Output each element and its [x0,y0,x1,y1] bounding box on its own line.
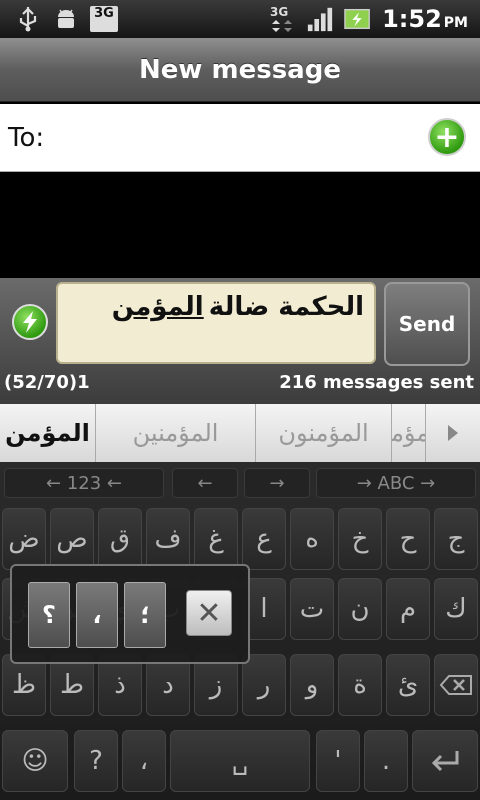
key[interactable]: خ [338,508,382,570]
key[interactable]: ه [290,508,334,570]
key[interactable]: ? [74,730,118,792]
clock: 1:52 PM [382,5,468,33]
popup-key[interactable]: ؛ [124,582,166,648]
status-bar: 3G 3G 1:52 PM [0,0,480,38]
3g-icon: 3G [90,6,118,32]
message-area [0,172,480,278]
3g-data-icon: 3G [268,5,296,33]
key[interactable]: ئ [386,654,430,716]
backspace-icon [439,675,472,695]
close-icon: ✕ [196,595,222,631]
svg-text:3G: 3G [270,5,288,19]
compose-panel: الحكمة ضالة المؤمن Send (52/70)1 216 mes… [0,278,480,404]
more-suggestions-icon[interactable] [426,404,480,462]
numbers-key[interactable]: ← 123 ← [4,468,164,498]
key[interactable]: ت [290,578,334,640]
space-key[interactable]: ␣ [170,730,310,792]
popup-key[interactable]: ، [76,582,118,648]
send-button[interactable]: Send [384,282,470,366]
battery-charging-icon [344,5,372,33]
key[interactable]: ة [338,654,382,716]
signal-icon [306,5,334,33]
abc-key[interactable]: → ABC → [316,468,476,498]
emoji-key[interactable]: ☺ [2,730,68,792]
usb-icon [14,5,42,33]
key[interactable]: ح [386,508,430,570]
key[interactable]: ، [122,730,166,792]
key[interactable]: ص [50,508,94,570]
key[interactable]: ع [242,508,286,570]
key[interactable]: ق [98,508,142,570]
cursor-left-key[interactable]: ← [172,468,238,498]
key[interactable]: ض [2,508,46,570]
key[interactable]: ن [338,578,382,640]
suggestion-item[interactable]: المؤمن [0,404,96,462]
key[interactable]: ج [434,508,478,570]
composing-word: المؤمن [111,292,204,322]
page-title: New message [139,54,341,85]
enter-icon [431,751,459,772]
suggestion-item[interactable]: المؤمنين [96,404,256,462]
suggestion-item[interactable]: المؤمنون [256,404,392,462]
messages-sent-count: 216 messages sent [279,372,474,393]
key[interactable]: ر [242,654,286,716]
punctuation-popup: ؟ ، ؛ ✕ [10,564,250,664]
quick-action-button[interactable] [12,304,48,340]
key[interactable]: غ [194,508,238,570]
backspace-key[interactable] [434,654,478,716]
add-recipient-button[interactable]: + [428,118,466,156]
suggestion-bar: المؤمن المؤمنين المؤمنون المؤمن [0,404,480,462]
key[interactable]: . [364,730,408,792]
enter-key[interactable] [412,730,478,792]
close-popup-button[interactable]: ✕ [186,590,232,636]
key[interactable]: م [386,578,430,640]
message-input[interactable]: الحكمة ضالة المؤمن [56,282,376,364]
plus-icon: + [434,119,460,155]
recipient-field[interactable]: To: + [0,104,480,172]
key[interactable]: ك [434,578,478,640]
keyboard-nav-row: ← 123 ← ← → → ABC → [0,468,480,500]
message-text: الحكمة ضالة [208,292,364,322]
android-debug-icon [52,5,80,33]
lightning-icon [23,311,37,333]
key[interactable]: ' [316,730,360,792]
character-counter: (52/70)1 [4,372,90,393]
title-bar: New message [0,38,480,102]
key[interactable]: و [290,654,334,716]
cursor-right-key[interactable]: → [244,468,310,498]
popup-key[interactable]: ؟ [28,582,70,648]
suggestion-item[interactable]: المؤمن [392,404,426,462]
to-label: To: [8,122,45,153]
key[interactable]: ف [146,508,190,570]
